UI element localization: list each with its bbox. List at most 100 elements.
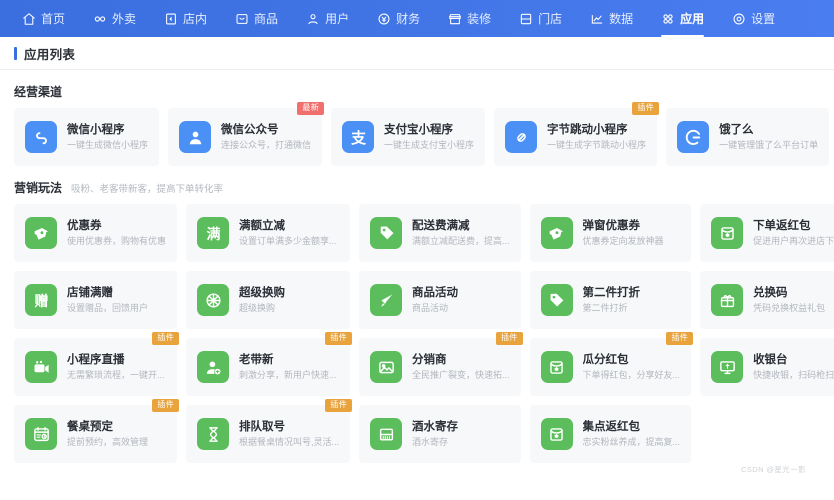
app-card-description: 凭码兑换权益礼包: [753, 303, 826, 314]
app-card[interactable]: 赠 店铺满赠 设置赠品，回馈用户: [14, 271, 178, 329]
nav-item-label: 应用: [680, 12, 705, 26]
settings-icon: [732, 12, 746, 26]
app-card-description: 商品活动: [412, 303, 449, 314]
nav-item-首页[interactable]: 首页: [8, 0, 79, 37]
nav-item-门店[interactable]: 门店: [505, 0, 576, 37]
app-card-body: 分销商 全民推广裂变，快速拓...: [412, 353, 510, 381]
nav-item-用户[interactable]: 用户: [292, 0, 363, 37]
app-card[interactable]: 下单返红包促进用户再次进店下单...: [700, 204, 834, 262]
app-card[interactable]: 弹窗优惠券 优惠券定向发放神器: [529, 204, 692, 262]
app-card-body: 微信小程序 一键生成微信小程序: [67, 123, 148, 151]
app-card[interactable]: 瓜分红包 下单得红包，分享好友... 插件: [529, 332, 694, 396]
app-card[interactable]: 餐桌预定 提前预约，高效管理 插件: [14, 399, 180, 463]
app-card-description: 连接公众号，打通微信: [221, 140, 312, 151]
app-card-body: 字节跳动小程序 一键生成字节跳动小程序: [547, 123, 646, 151]
home-icon: [22, 12, 36, 26]
app-card-title: 兑换码: [753, 286, 788, 299]
app-card-body: 商品活动 商品活动: [412, 286, 510, 314]
app-card[interactable]: 优惠券 使用优惠券，购物有优惠: [14, 204, 178, 262]
app-card[interactable]: 集点返红包 忠实粉丝养成，提高复...: [529, 405, 692, 463]
app-card-body: 店铺满赠 设置赠品，回馈用户: [67, 286, 166, 314]
app-card-title: 收银台: [753, 353, 788, 366]
app-card[interactable]: 饿了么 一键管理饿了么平台订单: [666, 108, 830, 166]
app-card[interactable]: 满 满额立减 设置订单满多少金额享...: [186, 204, 351, 262]
app-card-grid: 微信小程序 一键生成微信小程序 微信公众号 连接公众号，打通微信 最新支支付宝小程序 一键…: [14, 102, 830, 166]
live-video-icon: [25, 351, 57, 383]
app-card-title: 满额立减: [239, 219, 286, 232]
app-card-description: 忠实粉丝养成，提高复...: [582, 437, 681, 448]
app-card-title: 下单返红包: [753, 219, 811, 232]
app-card-badge: 插件: [325, 399, 353, 412]
goods-icon: [235, 12, 249, 26]
decorate-icon: [448, 12, 462, 26]
app-card-badge: 插件: [666, 332, 694, 345]
redeem-code-icon: [711, 284, 744, 316]
app-card-description: 根据餐桌情况叫号,灵活...: [239, 437, 340, 448]
app-card[interactable]: 小程序直播 无需繁琐流程，一键开... 插件: [14, 332, 180, 396]
app-card-body: 排队取号根据餐桌情况叫号,灵活...: [239, 420, 339, 448]
app-card-description: 提前预约，高效管理: [67, 437, 149, 448]
nav-item-label: 设置: [751, 12, 776, 26]
nav-item-商品[interactable]: 商品: [221, 0, 292, 37]
app-card[interactable]: 排队取号根据餐桌情况叫号,灵活... 插件: [186, 399, 353, 463]
app-card[interactable]: 收银台快捷收银，扫码枪扫码...插件: [700, 338, 834, 396]
page-title-bar: 应用列表: [0, 37, 834, 70]
queue-icon: [197, 418, 230, 450]
app-card-title: 配送费满减: [412, 219, 470, 232]
cashier-icon: [711, 351, 744, 383]
nav-item-设置[interactable]: 设置: [718, 0, 789, 37]
app-card[interactable]: 字节跳动小程序 一键生成字节跳动小程序 插件: [494, 102, 660, 166]
nav-item-外卖[interactable]: 外卖: [79, 0, 150, 37]
nav-item-label: 首页: [41, 12, 66, 26]
app-card[interactable]: 超级换购 超级换购: [186, 271, 351, 329]
app-card[interactable]: 商品活动 商品活动: [359, 271, 521, 329]
nav-item-label: 装修: [467, 12, 492, 26]
nav-item-label: 门店: [538, 12, 563, 26]
user-icon: [306, 12, 320, 26]
section-title: 营销玩法: [14, 181, 63, 195]
app-card-badge: 插件: [152, 399, 180, 412]
app-card-description: 刺激分享，新用户快速...: [239, 370, 337, 381]
app-card-description: 一键生成支付宝小程序: [384, 140, 475, 151]
app-card-title: 微信公众号: [221, 123, 279, 136]
app-card-title: 第二件打折: [582, 286, 641, 299]
app-card-body: 餐桌预定 提前预约，高效管理: [67, 420, 166, 448]
finance-icon: [377, 12, 391, 26]
app-card[interactable]: 支支付宝小程序 一键生成支付宝小程序: [331, 108, 486, 166]
app-card[interactable]: 兑换码凭码兑换权益礼包: [700, 271, 834, 329]
split-redpacket-icon: [540, 351, 573, 383]
nav-item-label: 数据: [609, 12, 634, 26]
nav-item-财务[interactable]: 财务: [363, 0, 434, 37]
nav-item-装修[interactable]: 装修: [434, 0, 505, 37]
referral-icon: [197, 351, 230, 383]
app-card[interactable]: 老带新 刺激分享，新用户快速... 插件: [186, 332, 353, 396]
app-card[interactable]: 酒水寄存 酒水寄存: [359, 405, 521, 463]
watermark: CSDN @星光一影: [741, 465, 806, 474]
app-card-title: 支付宝小程序: [384, 123, 454, 136]
gift-icon: 赠: [25, 284, 57, 316]
watermark-row: CSDN @星光一影: [14, 463, 820, 477]
exchange-icon: [197, 284, 230, 316]
section-subtitle: 吸粉、老客带新客，提高下单转化率: [71, 184, 224, 195]
app-card-description: 一键生成微信小程序: [67, 140, 149, 151]
nav-item-数据[interactable]: 数据: [576, 0, 647, 37]
app-card-description: 设置赠品，回馈用户: [67, 303, 149, 314]
app-card-description: 第二件打折: [582, 303, 628, 314]
app-card-description: 优惠券定向发放神器: [582, 236, 664, 247]
app-card[interactable]: 微信小程序 一键生成微信小程序: [14, 108, 160, 166]
app-card-title: 商品活动: [412, 286, 459, 299]
nav-item-label: 店内: [183, 12, 208, 26]
app-card-title: 排队取号: [239, 420, 286, 433]
page-title: 应用列表: [24, 47, 76, 62]
nav-item-应用[interactable]: 应用: [647, 0, 718, 37]
nav-item-label: 商品: [254, 12, 279, 26]
app-card[interactable]: 分销商 全民推广裂变，快速拓... 插件: [359, 332, 523, 396]
app-card-description: 下单得红包，分享好友...: [582, 370, 681, 381]
app-card[interactable]: 配送费满减 满额立减配送费，提高...: [359, 204, 521, 262]
nav-item-店内[interactable]: 店内: [150, 0, 221, 37]
app-card[interactable]: 微信公众号 连接公众号，打通微信 最新: [168, 102, 325, 166]
app-card-description: 快捷收银，扫码枪扫码...: [753, 370, 834, 381]
tag-icon: [540, 284, 573, 316]
app-card[interactable]: 第二件打折 第二件打折: [529, 271, 692, 329]
app-card-description: 促进用户再次进店下单...: [753, 236, 834, 247]
